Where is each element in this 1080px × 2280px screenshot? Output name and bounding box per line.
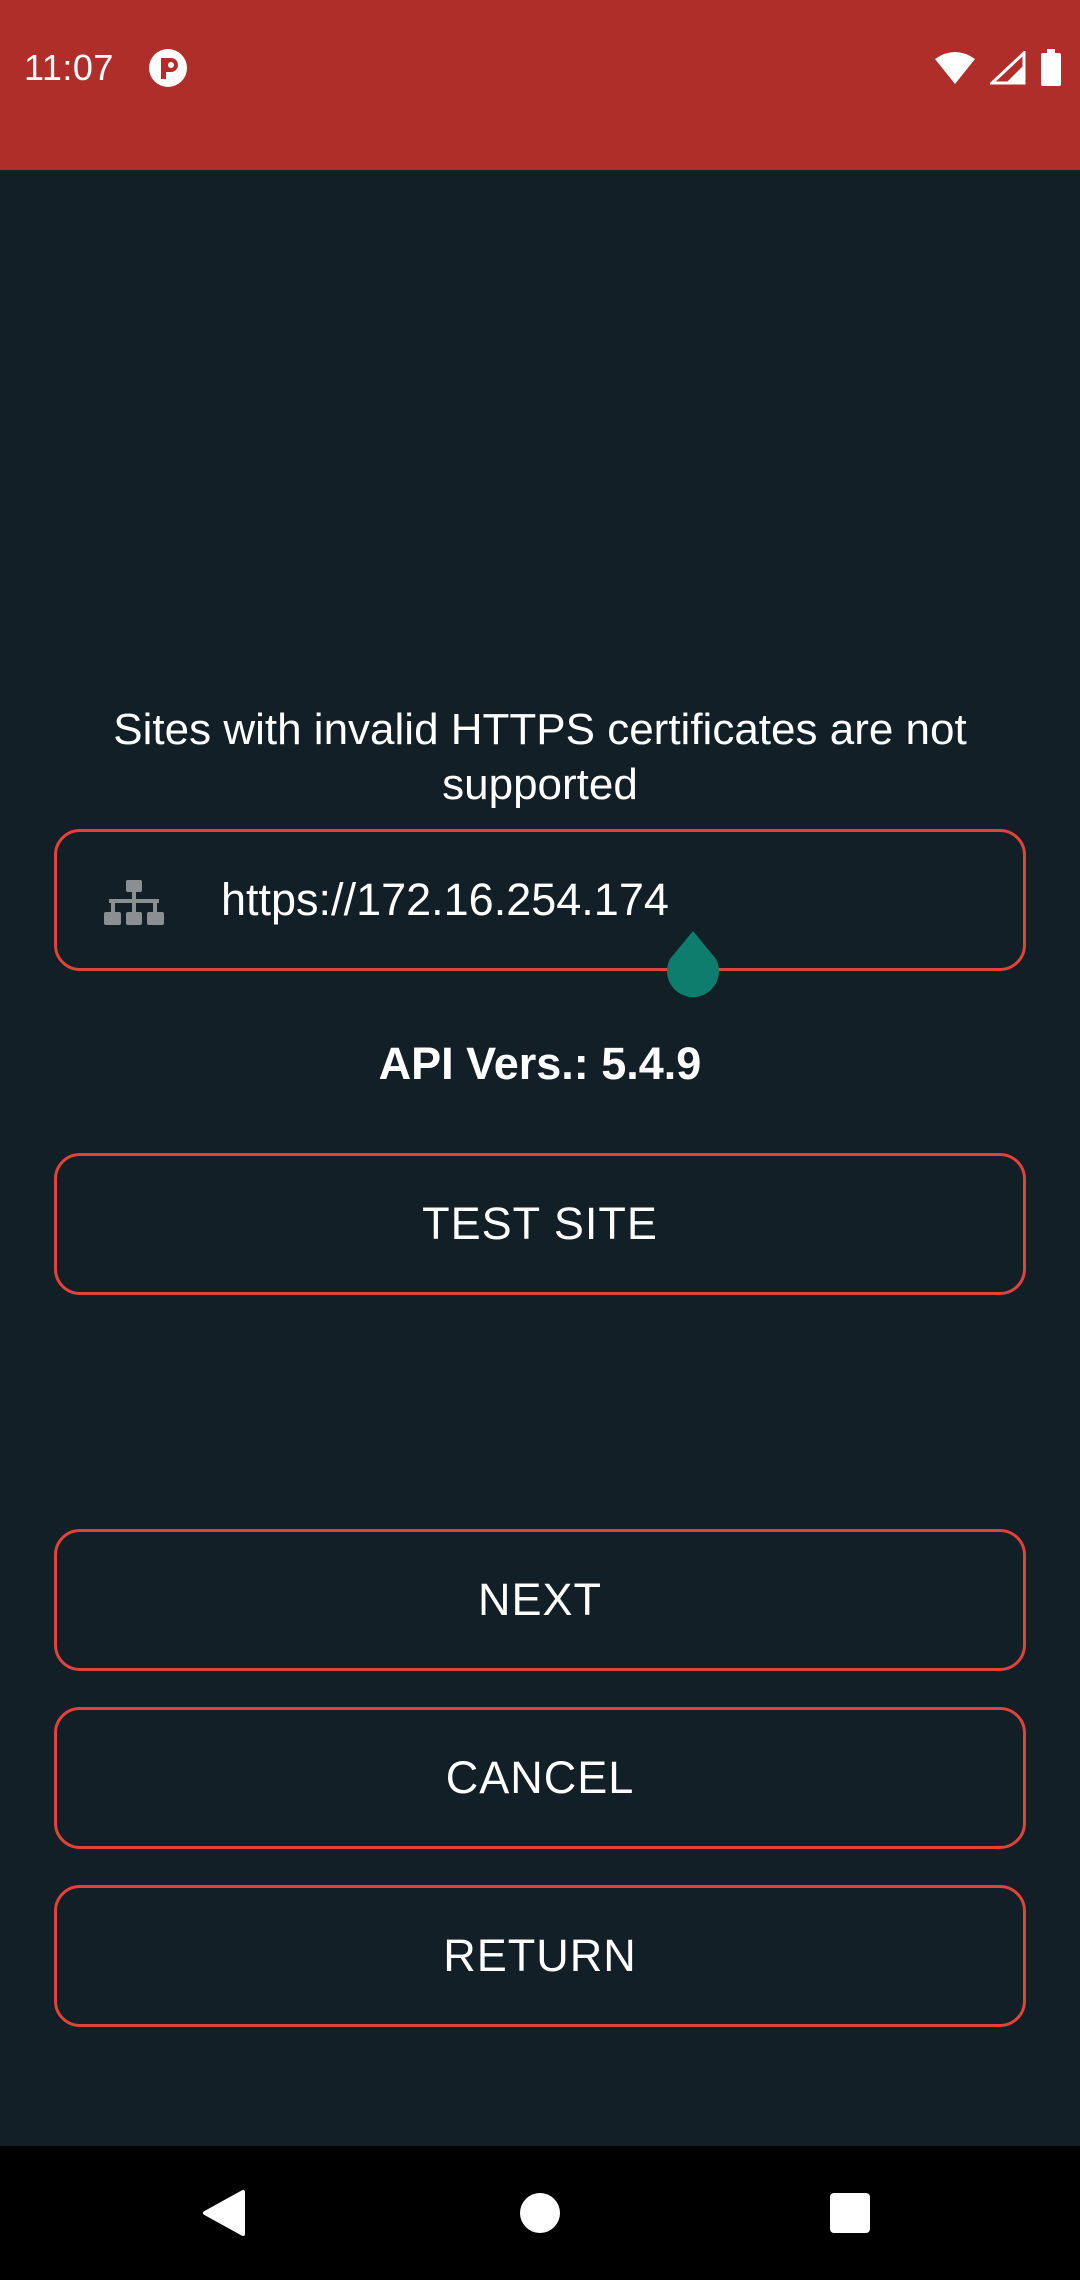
back-icon: [203, 2190, 245, 2236]
status-icons: [934, 46, 1062, 90]
signal-icon: [990, 51, 1026, 85]
wifi-icon: [935, 52, 975, 84]
network-icon: [104, 880, 164, 925]
recents-button[interactable]: [817, 2180, 883, 2246]
home-icon: [520, 2193, 560, 2233]
p-circle-icon: [149, 49, 187, 87]
cancel-button[interactable]: CANCEL: [54, 1707, 1026, 1849]
test-site-button[interactable]: TEST SITE: [54, 1153, 1026, 1295]
https-warning-text: Sites with invalid HTTPS certificates ar…: [113, 705, 967, 809]
battery-icon: [1041, 49, 1061, 86]
api-version-label: API Vers.: 5.4.9: [378, 1038, 702, 1089]
site-url-field[interactable]: [54, 829, 1026, 971]
recents-icon: [830, 2193, 870, 2233]
site-url-input[interactable]: [221, 852, 981, 948]
navigation-bar: [0, 2146, 1080, 2280]
back-button[interactable]: [191, 2180, 257, 2246]
home-button[interactable]: [507, 2180, 573, 2246]
status-bar: 11:07: [0, 0, 1080, 170]
status-time: 11:07: [24, 47, 114, 88]
next-button[interactable]: NEXT: [54, 1529, 1026, 1671]
return-button[interactable]: RETURN: [54, 1885, 1026, 2027]
text-cursor-handle[interactable]: [664, 929, 722, 997]
